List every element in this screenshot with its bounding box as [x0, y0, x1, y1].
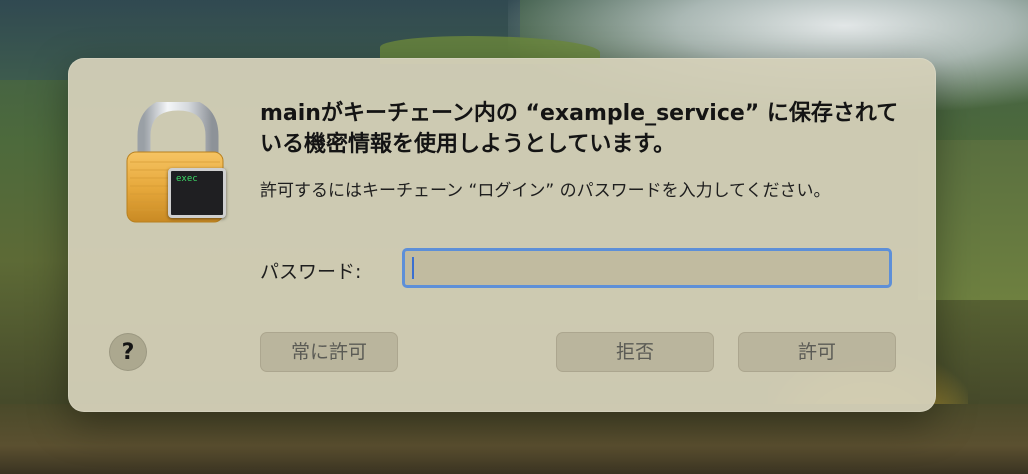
dialog-title: mainがキーチェーン内の “example_service” に保存されている…	[260, 101, 899, 157]
deny-button[interactable]: 拒否	[556, 332, 714, 372]
allow-button[interactable]: 許可	[738, 332, 896, 372]
terminal-text: exec	[176, 174, 198, 184]
text-caret	[412, 257, 414, 279]
dialog-message: 許可するにはキーチェーン “ログイン” のパスワードを入力してください。	[260, 181, 831, 201]
help-icon: ?	[121, 340, 135, 365]
keychain-access-dialog: exec mainがキーチェーン内の “example_service” に保存…	[68, 58, 936, 412]
lock-icon: exec	[124, 97, 234, 224]
password-input[interactable]	[402, 248, 892, 288]
password-label: パスワード:	[260, 261, 362, 283]
help-button[interactable]: ?	[109, 333, 147, 371]
terminal-icon: exec	[168, 168, 226, 218]
always-allow-button[interactable]: 常に許可	[260, 332, 398, 372]
wallpaper-ground	[0, 404, 1028, 474]
